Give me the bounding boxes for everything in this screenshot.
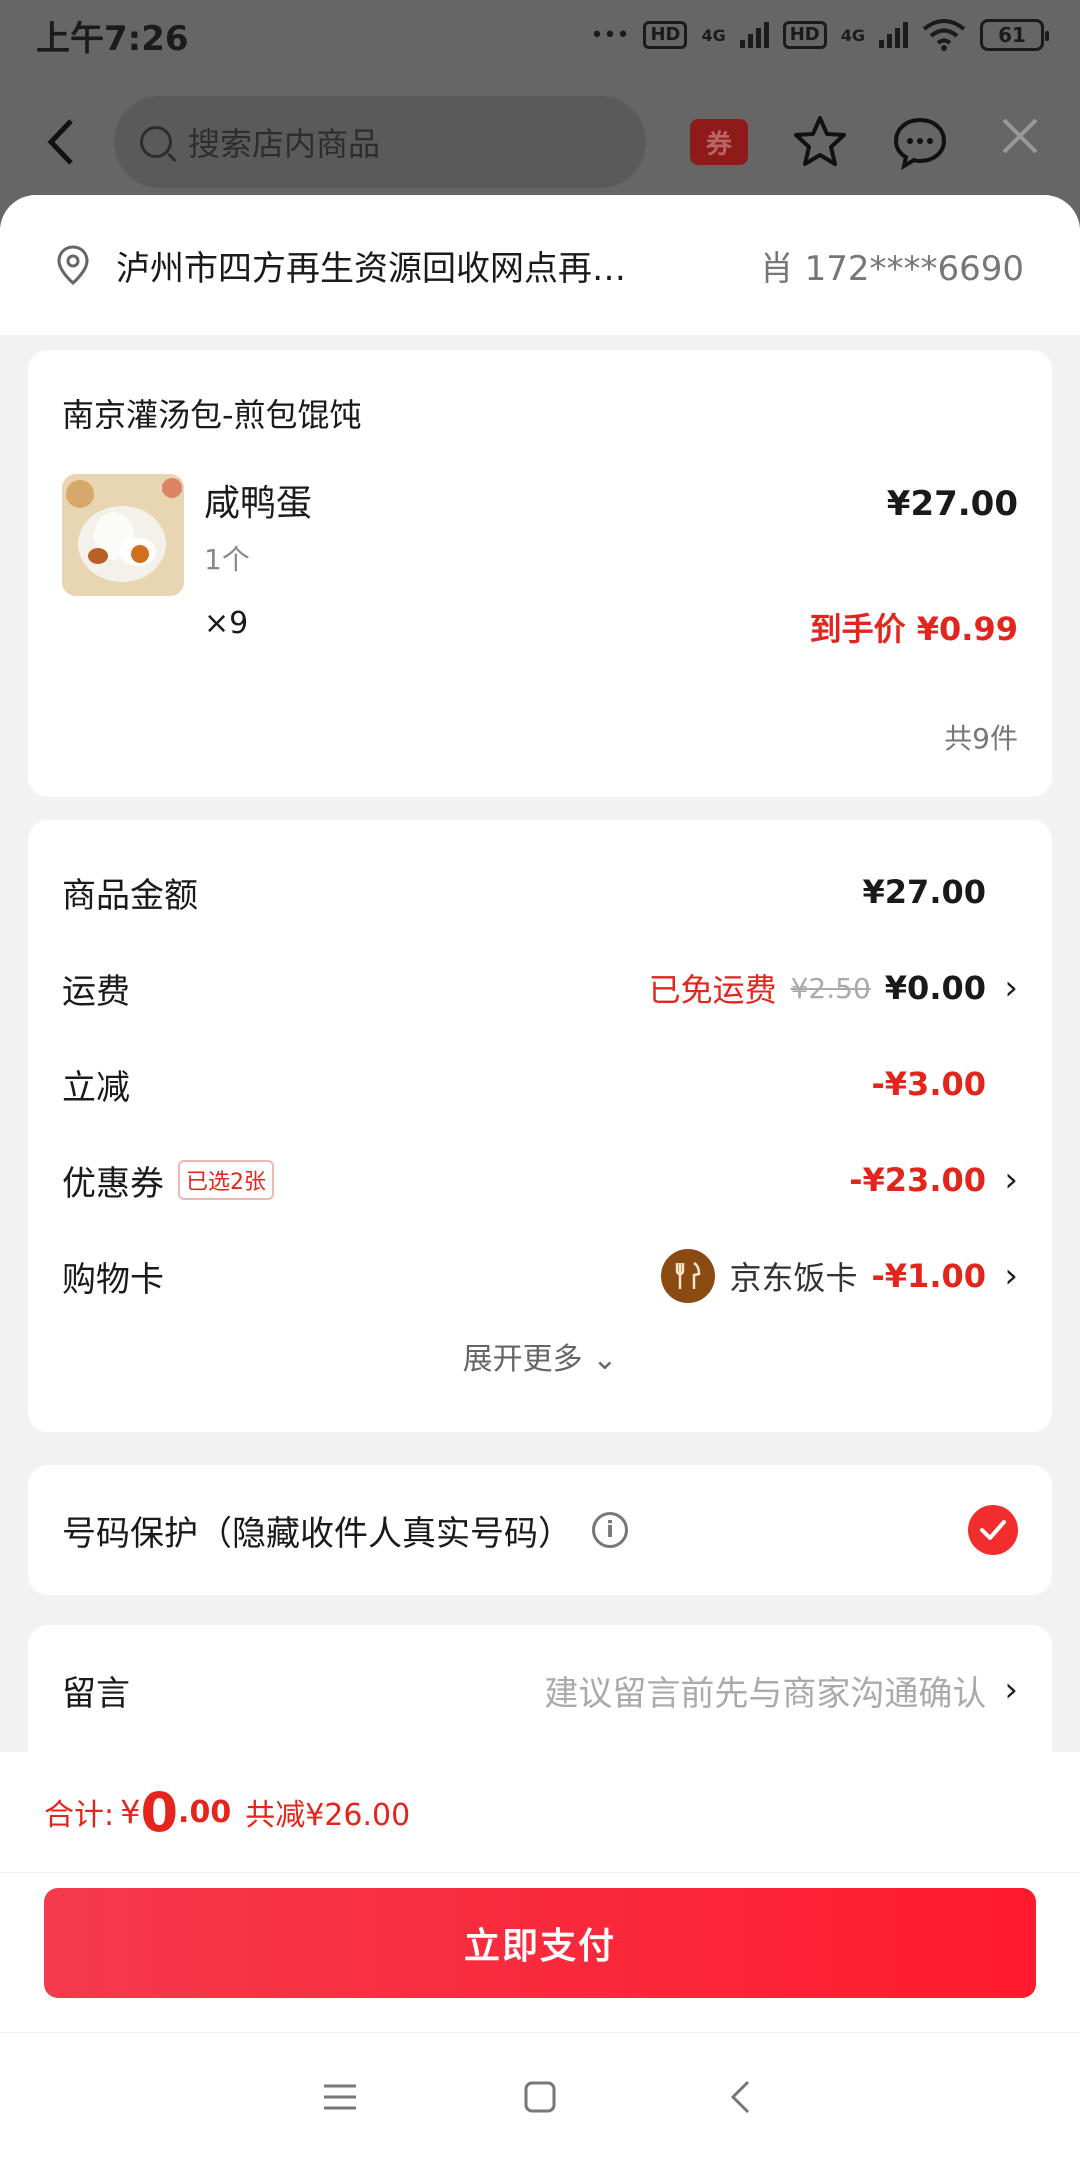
free-shipping-text: 已免运费 — [648, 971, 777, 1009]
shipping-value-group: 已免运费 ¥2.50 ¥0.00 — [649, 965, 986, 1011]
product-final-price: 到手价 ¥0.99 — [809, 610, 1018, 648]
service-button[interactable] — [892, 114, 948, 170]
back-button[interactable] — [36, 118, 84, 166]
status-time: 上午7:26 — [36, 18, 189, 59]
instant-discount-value: -¥3.00 — [871, 1065, 987, 1103]
gift-card-value: -¥1.00 — [871, 1257, 987, 1295]
more-dots: ••• — [590, 22, 630, 48]
system-back-button[interactable] — [710, 2067, 770, 2127]
chevron-right-icon: › — [1004, 1160, 1018, 1200]
message-label: 留言 — [62, 1673, 130, 1714]
pay-now-button[interactable]: 立即支付 — [44, 1888, 1036, 1998]
goods-amount-row: 商品金额 ¥27.00 › — [62, 844, 1018, 940]
favorite-button[interactable] — [792, 114, 848, 170]
original-shipping: ¥2.50 — [790, 971, 871, 1005]
product-title: 咸鸭蛋 — [204, 483, 313, 524]
search-input[interactable]: 搜索店内商品 — [114, 96, 646, 188]
message-placeholder: 建议留言前先与商家沟通确认 — [544, 1673, 987, 1714]
wifi-icon — [922, 19, 966, 51]
expand-more-button[interactable]: 展开更多 ⌄ — [62, 1334, 1018, 1378]
goods-amount-label: 商品金额 — [62, 875, 198, 916]
close-icon — [1002, 118, 1038, 154]
privacy-label-group: 号码保护（隐藏收件人真实号码） i — [62, 1506, 968, 1555]
status-icons: ••• HD 4G HD 4G 61 — [590, 19, 1049, 51]
gift-card-label: 购物卡 — [62, 1259, 164, 1300]
search-placeholder: 搜索店内商品 — [188, 125, 381, 163]
signal-icon-2 — [879, 22, 908, 48]
message-row[interactable]: 留言 建议留言前先与商家沟通确认 › — [28, 1625, 1052, 1755]
menu-button[interactable] — [310, 2067, 370, 2127]
fee-card: 商品金额 ¥27.00 › 运费 已免运费 ¥2.50 ¥0.00 › 立减 -… — [28, 820, 1052, 1432]
goods-amount-value: ¥27.00 — [862, 873, 986, 911]
gift-card-name: 京东饭卡 — [729, 1259, 858, 1297]
coupon-tag: 已选2张 — [178, 1160, 274, 1200]
privacy-card: 号码保护（隐藏收件人真实号码） i — [28, 1465, 1052, 1595]
product-price: ¥27.00 — [886, 484, 1018, 524]
shipping-row[interactable]: 运费 已免运费 ¥2.50 ¥0.00 › — [62, 940, 1018, 1036]
top-nav: 搜索店内商品 券 — [0, 92, 1080, 192]
search-icon — [140, 126, 172, 158]
chevron-left-icon — [47, 119, 73, 165]
gift-card-value-group: 京东饭卡 -¥1.00 — [661, 1249, 986, 1303]
menu-icon — [324, 2084, 356, 2109]
shop-card: 南京灌汤包-煎包馄饨 咸鸭蛋 1个 ×9 ¥27.00 到手价 ¥0.99 共9… — [28, 350, 1052, 797]
total-saved: 共减¥26.00 — [245, 1798, 411, 1833]
item-count: 共9件 — [944, 722, 1018, 755]
product-spec: 1个 — [204, 543, 250, 576]
network-label: 4G — [701, 25, 726, 45]
chevron-right-icon: › — [1004, 1256, 1018, 1296]
recipient-info: 肖 172****6690 — [759, 248, 1024, 289]
battery-icon: 61 — [980, 19, 1049, 51]
close-button[interactable] — [1000, 112, 1040, 168]
product-quantity: ×9 — [204, 606, 249, 641]
star-icon — [794, 116, 846, 166]
home-square-icon — [524, 2081, 556, 2112]
coupon-value: -¥23.00 — [849, 1161, 986, 1199]
info-icon[interactable]: i — [592, 1512, 628, 1548]
salted-egg-image — [62, 474, 184, 596]
coupon-label: 优惠券 — [62, 1163, 164, 1204]
total-integer: 0 — [140, 1780, 179, 1844]
checkmark-icon — [980, 1520, 1006, 1540]
location-pin-icon — [57, 245, 89, 285]
address-row[interactable]: 泸州市四方再生资源回收网点再… 肖 172****6690 — [0, 195, 1080, 335]
total-bar: 合计: ¥ 0 .00 共减¥26.00 — [0, 1752, 1080, 1872]
product-item[interactable]: 咸鸭蛋 1个 ×9 ¥27.00 到手价 ¥0.99 — [62, 474, 1018, 648]
coupon-button[interactable]: 券 — [690, 119, 748, 165]
chevron-right-icon: › — [1004, 968, 1018, 1008]
address-text: 泸州市四方再生资源回收网点再… — [116, 248, 626, 289]
shipping-label: 运费 — [62, 971, 130, 1012]
coupon-row[interactable]: 优惠券 已选2张 -¥23.00 › — [62, 1132, 1018, 1228]
total-decimal: .00 — [178, 1794, 232, 1830]
chevron-right-icon: › — [1004, 1670, 1018, 1710]
pay-area: 立即支付 — [0, 1872, 1080, 2032]
fork-knife-icon — [661, 1249, 716, 1303]
instant-discount-label: 立减 — [62, 1067, 130, 1108]
privacy-checkbox[interactable] — [968, 1505, 1018, 1555]
hd-badge-2: HD — [782, 21, 827, 49]
back-triangle-icon — [730, 2080, 750, 2113]
privacy-label: 号码保护（隐藏收件人真实号码） — [62, 1513, 572, 1554]
total-label: 合计: — [44, 1798, 115, 1833]
hd-badge: HD — [643, 21, 688, 49]
status-bar: 上午7:26 ••• HD 4G HD 4G 61 — [0, 0, 1080, 70]
product-image — [62, 474, 184, 596]
shipping-value: ¥0.00 — [884, 969, 986, 1007]
system-nav-bar — [0, 2032, 1080, 2160]
total-currency: ¥ — [120, 1793, 141, 1831]
shop-name: 南京灌汤包-煎包馄饨 — [62, 396, 362, 434]
chat-icon — [893, 117, 947, 170]
instant-discount-row: 立减 -¥3.00 › — [62, 1036, 1018, 1132]
network-label-2: 4G — [840, 25, 865, 45]
gift-card-row[interactable]: 购物卡 京东饭卡 -¥1.00 › — [62, 1228, 1018, 1324]
signal-icon — [739, 22, 769, 48]
home-button[interactable] — [510, 2067, 570, 2127]
coupon-label-group: 优惠券 已选2张 — [62, 1156, 849, 1205]
